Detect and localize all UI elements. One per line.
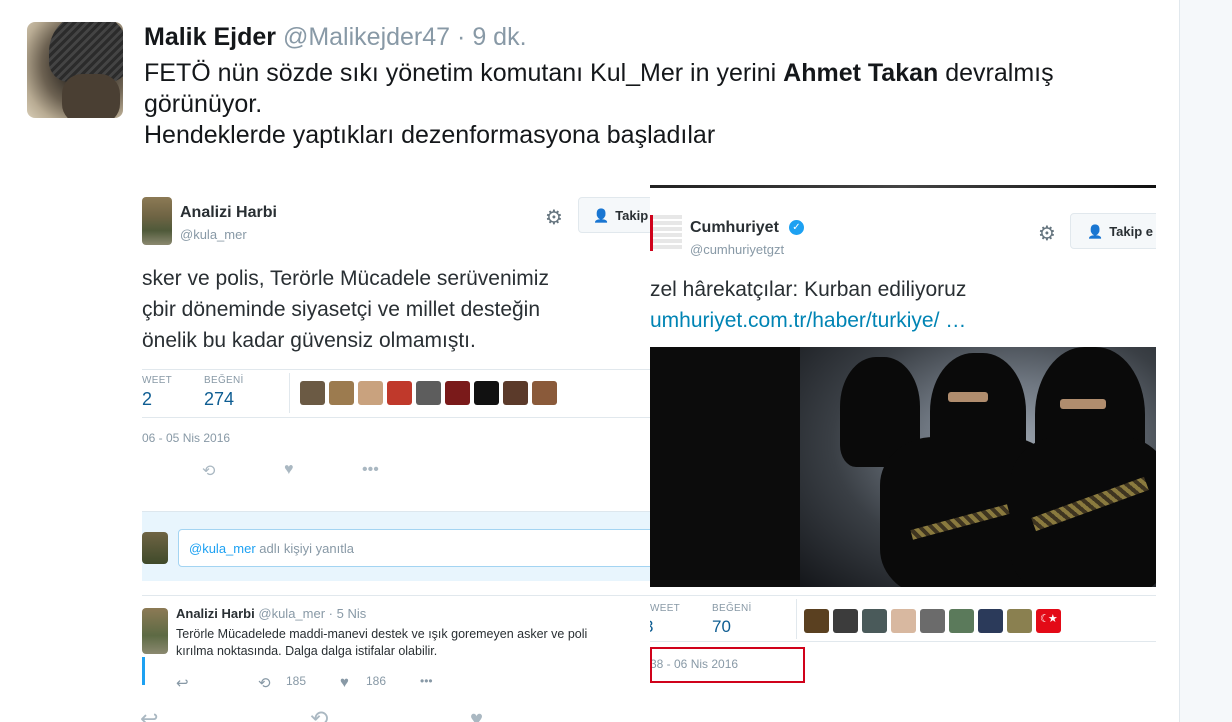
embedded-tweet-cumhuriyet: Cumhuriyet ✓ @cumhuriyetgzt ⚙ 👤 Takip e z… (650, 185, 1156, 695)
liker-avatar (503, 381, 528, 405)
person-plus-icon: 👤 (1087, 224, 1104, 239)
embedded-handle: @kula_mer (180, 227, 247, 242)
divider (142, 417, 650, 418)
reply-input: @kula_mer adlı kişiyi yanıtla (178, 529, 650, 567)
reply-tweet-text: Terörle Mücadelede maddi-manevi destek v… (176, 627, 588, 658)
right-rail (1181, 0, 1232, 722)
liker-avatar (532, 381, 557, 405)
header-separator: · (457, 23, 466, 51)
bold-name: Ahmet Takan (783, 59, 939, 87)
reply-tweet-avatar (142, 608, 168, 654)
liker-avatar (833, 609, 858, 633)
flag-avatar (1036, 609, 1061, 633)
liker-avatar (474, 381, 499, 405)
heart-icon: ♥ (340, 674, 349, 691)
retweets-label: WEET (650, 603, 681, 614)
heart-icon[interactable]: ♥ (470, 706, 483, 722)
liker-avatar (862, 609, 887, 633)
heart-icon: ♥ (284, 461, 294, 478)
verified-icon: ✓ (789, 220, 804, 235)
retweet-icon: ⟲ (202, 463, 216, 480)
embedded-tweet-analizi-harbi: Analizi Harbi @kula_mer ⚙ 👤 Takip sker ve… (142, 185, 650, 695)
user-name[interactable]: Malik Ejder (144, 23, 276, 51)
person-plus-icon: 👤 (593, 208, 610, 223)
liker-avatar (387, 381, 412, 405)
retweet-icon[interactable]: ⟲ (310, 706, 328, 722)
tweet-text: FETÖ nün sözde sıkı yönetim komutanı Kul… (144, 58, 1164, 151)
divider (650, 595, 1156, 596)
tweet-timestamp[interactable]: 9 dk. (472, 23, 526, 51)
tweet-card: Malik Ejder @Malikejder47 · 9 dk. FETÖ n… (0, 0, 1180, 722)
divider (650, 641, 1156, 642)
embedded-tweet-text: sker ve polis, Terörle Mücadele serüveni… (142, 267, 549, 352)
reply-icon: ↩ (176, 675, 189, 692)
photo-detail (948, 392, 988, 402)
reply-box: @kula_mer adlı kişiyi yanıtla (142, 511, 650, 581)
likes-label: BEĞENİ (204, 375, 244, 386)
divider (289, 373, 290, 413)
embedded-handle: @cumhuriyetgzt (690, 242, 785, 257)
tweet-header: Malik Ejder @Malikejder47 · 9 dk. (144, 22, 527, 52)
embedded-name: Cumhuriyet (690, 219, 779, 236)
liker-avatar (300, 381, 325, 405)
user-avatar[interactable] (27, 22, 123, 118)
divider (796, 599, 797, 639)
user-handle[interactable]: @Malikejder47 (283, 23, 450, 51)
liker-avatar (891, 609, 916, 633)
retweets-count: 3 (650, 617, 653, 637)
liker-avatar (358, 381, 383, 405)
likes-count: 274 (204, 389, 235, 409)
reply-avatar (142, 532, 168, 564)
avatar-face-shape (62, 74, 120, 118)
photo-detail (1060, 399, 1106, 409)
attached-image[interactable]: Analizi Harbi @kula_mer ⚙ 👤 Takip sker ve… (142, 185, 1156, 695)
divider (650, 185, 1156, 188)
gear-icon: ⚙ (1038, 223, 1056, 245)
liker-avatar (445, 381, 470, 405)
retweets-label: WEET (142, 375, 173, 386)
reply-tweet-header: Analizi Harbi @kula_mer · 5 Nis (176, 606, 367, 621)
liker-avatar (920, 609, 945, 633)
liker-avatar (949, 609, 974, 633)
retweets-count: 2 (142, 389, 153, 409)
tweet-text-line-3: Hendeklerde yaptıkları dezenformasyona b… (144, 121, 716, 149)
avatar-cap-shape (49, 22, 123, 82)
liker-avatar (1007, 609, 1032, 633)
tweet-text-line-2: görünüyor. (144, 90, 263, 118)
thread-indicator (142, 657, 145, 685)
more-icon: ••• (420, 674, 433, 688)
more-icon: ••• (362, 461, 379, 478)
retweet-count: 185 (286, 674, 307, 688)
like-count: 186 (366, 674, 387, 688)
embedded-avatar (142, 197, 172, 245)
reply-icon[interactable]: ↩ (140, 706, 158, 722)
likes-count: 70 (712, 617, 731, 636)
embedded-tweet-link: umhuriyet.com.tr/haber/turkiye/ … (650, 309, 967, 332)
retweet-icon: ⟲ (258, 675, 271, 692)
liker-avatars (300, 381, 557, 405)
cumhuriyet-logo (650, 215, 682, 251)
embedded-name: Analizi Harbi (180, 204, 277, 221)
liker-avatar (329, 381, 354, 405)
embedded-date: 06 - 05 Nis 2016 (142, 431, 231, 445)
news-photo (650, 347, 1156, 587)
highlight-box (650, 647, 805, 683)
likes-label: BEĞENİ (712, 603, 752, 614)
liker-avatar (804, 609, 829, 633)
follow-button: 👤 Takip e (1070, 213, 1156, 249)
reply-tweet: Analizi Harbi @kula_mer · 5 Nis Terörle … (142, 595, 650, 695)
gear-icon: ⚙ (545, 207, 563, 229)
liker-avatar (416, 381, 441, 405)
liker-avatar (978, 609, 1003, 633)
divider (142, 369, 650, 370)
liker-avatars (804, 609, 1061, 633)
tweet-text-line-1: FETÖ nün sözde sıkı yönetim komutanı Kul… (144, 59, 1054, 87)
follow-button: 👤 Takip (578, 197, 650, 233)
embedded-tweet-text: zel hârekatçılar: Kurban ediliyoruz (650, 278, 967, 301)
